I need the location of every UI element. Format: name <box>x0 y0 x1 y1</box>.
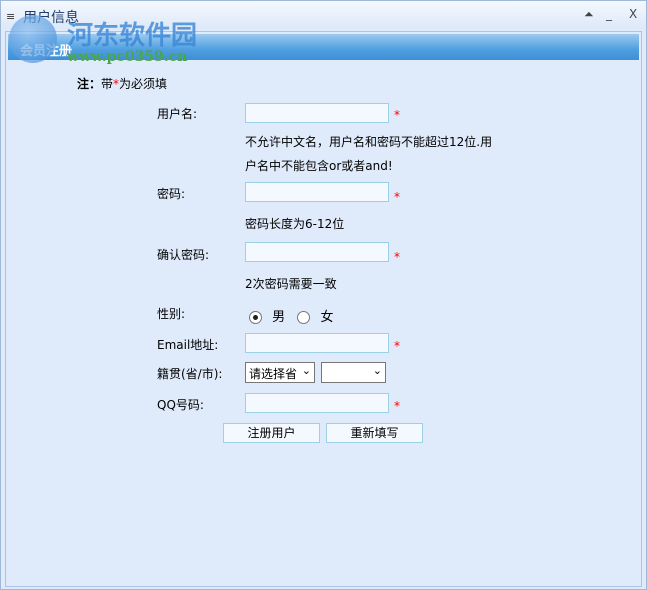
gender-female-radio[interactable] <box>297 311 311 324</box>
register-button[interactable]: 注册用户 <box>223 423 320 443</box>
username-hint-2: 户名中不能包含or或者and! <box>245 159 393 173</box>
gender-male-radio[interactable] <box>249 311 262 324</box>
gender-male-label[interactable]: 男 <box>272 310 285 325</box>
qq-label: QQ号码: <box>157 398 204 412</box>
window: ≡ 用户信息 ⏶ _ X 会员注册 注：带*为必须填 用户名: * 不允许中文名… <box>0 0 647 590</box>
origin-label: 籍贯(省/市): <box>157 367 223 381</box>
gender-label: 性别: <box>157 307 186 321</box>
required-note: 注：带*为必须填 <box>77 77 168 91</box>
required-star: * <box>394 250 400 264</box>
username-input[interactable] <box>245 103 389 123</box>
qq-input[interactable] <box>245 393 389 413</box>
window-title: 用户信息 <box>23 10 79 26</box>
gender-female-label[interactable]: 女 <box>320 310 333 325</box>
gender-group: 男 女 <box>249 306 333 325</box>
confirm-password-label: 确认密码: <box>157 248 210 262</box>
close-icon[interactable]: X <box>629 7 637 21</box>
title-bar: ≡ 用户信息 ⏶ _ X <box>1 1 646 29</box>
username-hint-1: 不允许中文名，用户名和密码不能超过12位.用 <box>245 135 493 149</box>
confirm-password-input[interactable] <box>245 242 389 262</box>
menu-icon[interactable]: ≡ <box>6 10 15 23</box>
password-hint: 密码长度为6-12位 <box>245 217 345 231</box>
chevron-down-icon: ⌄ <box>372 364 382 377</box>
required-star: * <box>394 190 400 204</box>
chevron-down-icon: ⌄ <box>301 364 311 377</box>
city-select[interactable]: ⌄ <box>321 362 386 383</box>
reset-button[interactable]: 重新填写 <box>326 423 423 443</box>
panel-header: 会员注册 <box>8 34 639 60</box>
password-input[interactable] <box>245 182 389 202</box>
province-select[interactable]: 请选择省 ⌄ <box>245 362 315 383</box>
email-input[interactable] <box>245 333 389 353</box>
email-label: Email地址: <box>157 338 219 352</box>
required-star: * <box>394 339 400 353</box>
restore-icon[interactable]: ⏶ <box>584 7 594 22</box>
username-label: 用户名: <box>157 107 198 121</box>
required-star: * <box>394 108 400 122</box>
minimize-icon[interactable]: _ <box>606 7 612 21</box>
required-star: * <box>394 399 400 413</box>
password-label: 密码: <box>157 187 186 201</box>
confirm-password-hint: 2次密码需要一致 <box>245 277 337 291</box>
